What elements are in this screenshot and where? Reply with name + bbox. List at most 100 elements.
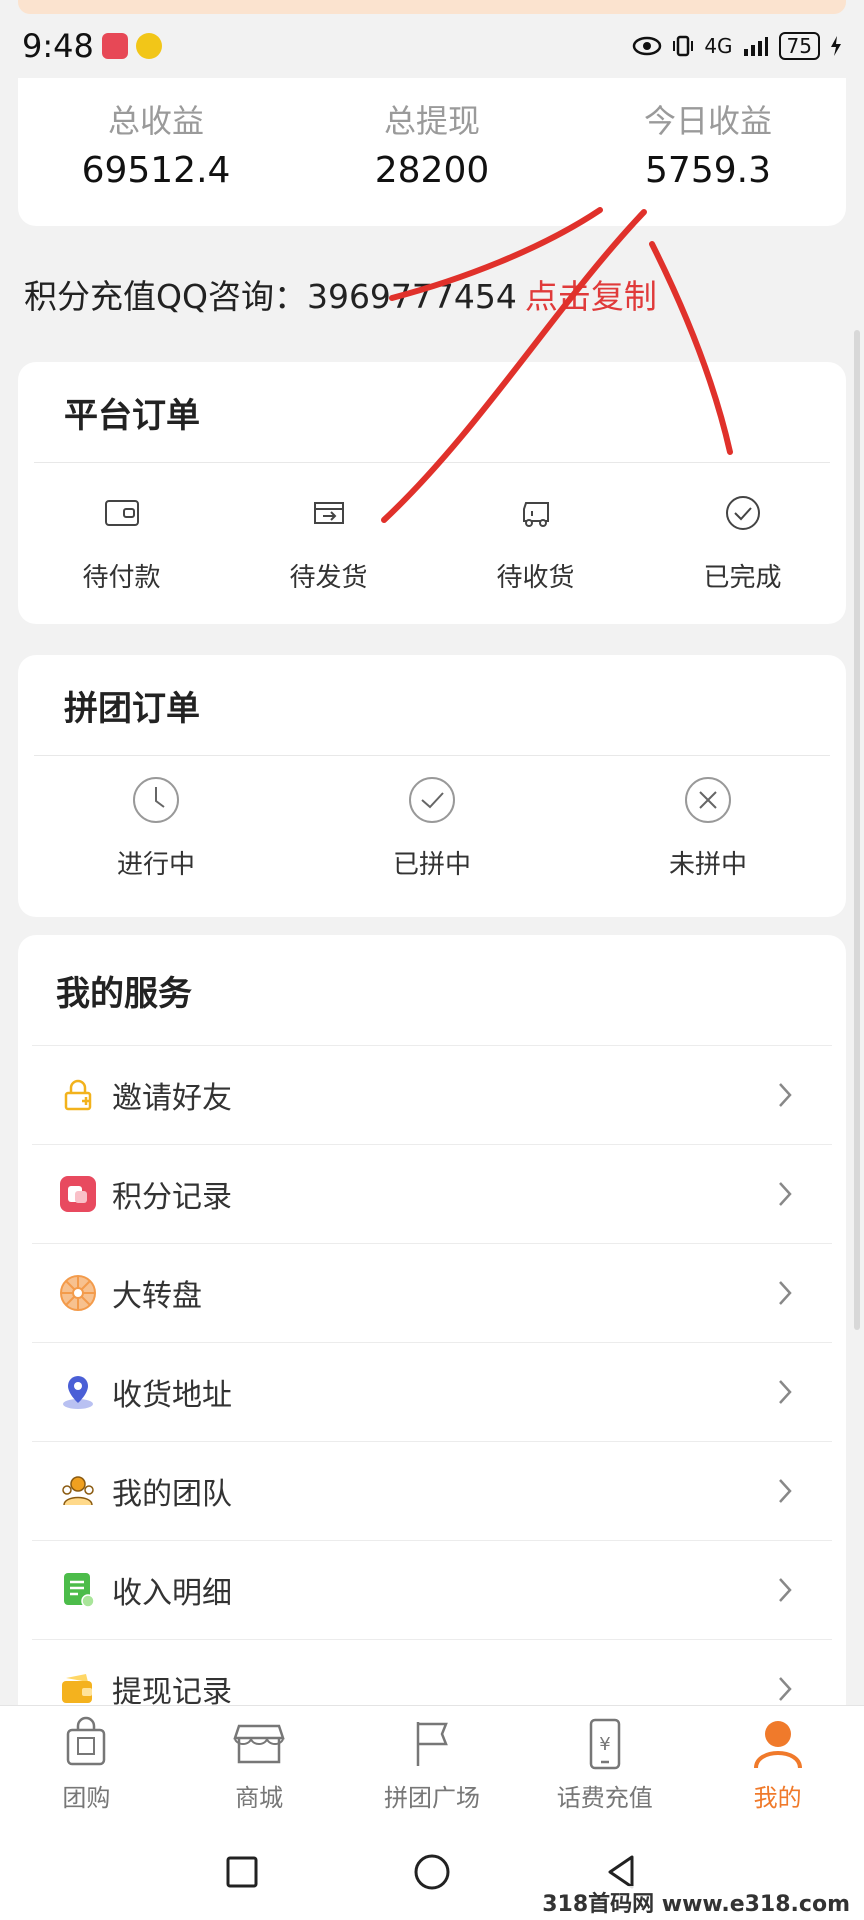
earnings-summary-card: 总收益 69512.4 总提现 28200 今日收益 5759.3 <box>18 78 846 226</box>
wallet-icon <box>104 500 139 526</box>
stat-value: 28200 <box>374 150 490 191</box>
shop-icon <box>233 1724 285 1764</box>
tab-label: 团购 <box>62 1784 111 1812</box>
tab-mine[interactable]: 我的 <box>691 1706 864 1823</box>
stat-label: 总提现 <box>383 102 480 140</box>
vibrate-icon <box>673 35 694 57</box>
copy-qq-button[interactable]: 点击复制 <box>525 277 657 316</box>
watermark: 318首码网 www.e318.com <box>538 1886 854 1918</box>
stat-value: 69512.4 <box>81 150 231 191</box>
status-time: 9:48 <box>22 27 94 65</box>
status-indicators: 4G 75 <box>632 32 842 60</box>
wheel-icon <box>58 1273 98 1313</box>
tab-label: 商城 <box>235 1784 284 1812</box>
chevron-right-icon <box>779 1677 792 1701</box>
platform-orders-title: 平台订单 <box>64 395 200 436</box>
invite-lock-icon <box>58 1075 98 1115</box>
service-label: 积分记录 <box>112 1180 232 1215</box>
group-buy-icon <box>67 1716 106 1766</box>
order-pending-payment[interactable]: 待付款 <box>18 491 225 594</box>
network-label: 4G <box>704 34 733 58</box>
order-pending-shipment[interactable]: 待发货 <box>225 491 432 594</box>
order-label: 已拼中 <box>392 850 471 880</box>
location-pin-icon <box>58 1372 98 1412</box>
status-bar: 9:48 4G 75 <box>0 14 864 78</box>
bottom-tab-bar: 团购 商城 拼团广场 ¥ 话费充值 我的 <box>0 1705 864 1823</box>
signal-icon <box>743 37 768 56</box>
service-label: 大转盘 <box>112 1279 202 1314</box>
battery-indicator: 75 <box>778 32 820 60</box>
order-pending-receipt[interactable]: 待收货 <box>432 491 639 594</box>
order-label: 进行中 <box>116 850 195 880</box>
flag-icon <box>416 1722 448 1766</box>
platform-orders-row: 待付款 待发货 待收货 已完成 <box>18 463 846 594</box>
x-circle-icon <box>685 777 731 823</box>
points-record-icon <box>58 1174 98 1214</box>
group-succeeded[interactable]: 已拼中 <box>294 774 570 881</box>
stat-label: 今日收益 <box>643 102 772 140</box>
tab-group-square[interactable]: 拼团广场 <box>346 1706 519 1823</box>
group-failed[interactable]: 未拼中 <box>570 774 846 881</box>
service-income-details[interactable]: 收入明细 <box>32 1540 832 1639</box>
tab-shop[interactable]: 商城 <box>173 1706 346 1823</box>
chevron-right-icon <box>779 1479 792 1503</box>
clock-icon <box>133 777 179 823</box>
stat-value: 5759.3 <box>645 150 771 191</box>
order-label: 待发货 <box>289 563 368 593</box>
service-points-record[interactable]: 积分记录 <box>32 1144 832 1243</box>
platform-orders-card: 平台订单 待付款 待发货 待收货 已完成 <box>18 362 846 624</box>
tab-label: 话费充值 <box>556 1784 653 1812</box>
service-my-team[interactable]: 我的团队 <box>32 1441 832 1540</box>
stat-total-withdrawn: 总提现 28200 <box>294 78 570 226</box>
service-label: 我的团队 <box>112 1477 232 1512</box>
order-label: 待付款 <box>82 563 161 593</box>
stat-label: 总收益 <box>107 102 204 140</box>
check-circle-icon <box>409 777 455 823</box>
chevron-right-icon <box>779 1182 792 1206</box>
chevron-right-icon <box>779 1380 792 1404</box>
group-in-progress[interactable]: 进行中 <box>18 774 294 881</box>
top-strip <box>18 0 846 14</box>
truck-icon <box>522 502 549 527</box>
charging-icon <box>831 36 841 56</box>
withdraw-icon <box>58 1669 98 1709</box>
order-label: 未拼中 <box>668 850 747 880</box>
scrollbar[interactable] <box>854 330 860 1330</box>
qq-consult-line: 积分充值QQ咨询：3969777454 点击复制 <box>24 270 657 318</box>
order-label: 已完成 <box>703 563 782 593</box>
my-services-card: 我的服务 邀请好友 积分记录 大转盘 收货地址 我的团队 收入明细 提现记录 <box>18 935 846 1725</box>
phone-recharge-icon: ¥ <box>589 1718 621 1770</box>
home-button[interactable] <box>412 1852 452 1892</box>
tab-label: 拼团广场 <box>383 1784 480 1812</box>
order-label: 待收货 <box>496 563 575 593</box>
service-lucky-wheel[interactable]: 大转盘 <box>32 1243 832 1342</box>
service-shipping-address[interactable]: 收货地址 <box>32 1342 832 1441</box>
stat-today-earnings: 今日收益 5759.3 <box>570 78 846 226</box>
recents-button[interactable] <box>222 1852 262 1892</box>
order-completed[interactable]: 已完成 <box>639 491 846 594</box>
service-label: 邀请好友 <box>112 1081 232 1116</box>
chevron-right-icon <box>779 1281 792 1305</box>
chevron-right-icon <box>779 1578 792 1602</box>
tab-group-buy[interactable]: 团购 <box>0 1706 173 1823</box>
square-icon <box>226 1856 258 1887</box>
group-orders-title: 拼团订单 <box>64 688 200 729</box>
qq-consult-text: 积分充值QQ咨询：3969777454 <box>24 277 517 316</box>
user-icon <box>753 1721 802 1769</box>
group-orders-row: 进行中 已拼中 未拼中 <box>18 756 846 881</box>
tab-phone-recharge[interactable]: ¥ 话费充值 <box>518 1706 691 1823</box>
income-doc-icon <box>58 1570 98 1610</box>
notification-app-icon-2 <box>135 33 162 59</box>
chevron-right-icon <box>779 1083 792 1107</box>
svg-text:¥: ¥ <box>599 1734 610 1755</box>
service-label: 收货地址 <box>112 1378 232 1413</box>
eye-icon <box>633 36 662 56</box>
circle-icon <box>414 1854 450 1889</box>
services-title: 我的服务 <box>56 973 192 1014</box>
check-circle-icon <box>725 496 760 530</box>
notification-app-icon <box>101 33 128 59</box>
tab-label: 我的 <box>753 1784 802 1812</box>
service-invite-friends[interactable]: 邀请好友 <box>32 1045 832 1144</box>
group-orders-card: 拼团订单 进行中 已拼中 未拼中 <box>18 655 846 917</box>
stat-total-earnings: 总收益 69512.4 <box>18 78 294 226</box>
